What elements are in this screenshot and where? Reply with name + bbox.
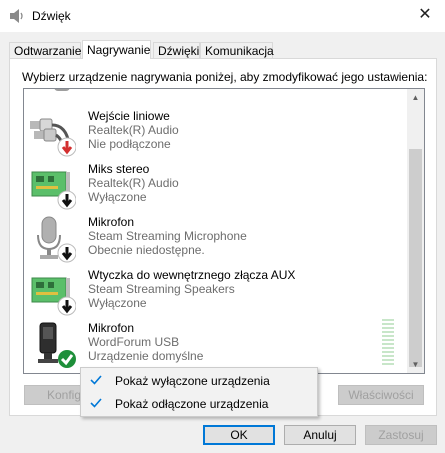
microphone-icon <box>37 216 76 263</box>
line-in-jack-icon <box>30 118 76 157</box>
device-name: Miks stereo <box>88 162 150 176</box>
device-name: Mikrofon <box>88 321 135 335</box>
button-label: Anuluj <box>303 428 337 442</box>
device-driver: Steam Streaming Microphone <box>88 229 247 243</box>
device-status: Obecnie niedostępne. <box>88 243 205 257</box>
menu-item-show-disconnected[interactable]: Pokaż odłączone urządzenia <box>81 393 317 415</box>
tab-label: Nagrywanie <box>87 43 151 57</box>
menu-item-label: Pokaż odłączone urządzenia <box>115 397 269 411</box>
device-driver: Realtek(R) Audio <box>88 123 179 137</box>
device-item[interactable]: Wtyczka do wewnętrznego złącza AUX Steam… <box>24 266 407 318</box>
scrollbar[interactable]: ▲ ▼ <box>407 89 424 373</box>
apply-button[interactable]: Zastosuj <box>365 425 437 445</box>
checkmark-icon <box>90 398 102 408</box>
cancel-button[interactable]: Anuluj <box>284 425 356 445</box>
tab-sounds[interactable]: Dźwięki <box>153 42 200 58</box>
device-item[interactable]: Mikrofon Steam Streaming Microphone Obec… <box>24 213 407 265</box>
device-status: Wyłączone <box>88 296 147 310</box>
level-meter <box>382 319 394 365</box>
scroll-thumb[interactable] <box>409 149 422 367</box>
device-list[interactable]: Wejście liniowe Realtek(R) Audio Nie pod… <box>23 88 425 374</box>
device-driver: Steam Streaming Speakers <box>88 282 235 296</box>
device-name: Mikrofon <box>88 215 135 229</box>
window-title: Dźwięk <box>32 9 71 23</box>
device-status: Wyłączone <box>88 190 147 204</box>
tab-label: Komunikacja <box>205 44 274 58</box>
device-name: Wejście liniowe <box>88 109 170 123</box>
properties-button[interactable]: Właściwości <box>338 385 424 405</box>
close-icon[interactable]: ✕ <box>412 4 438 26</box>
device-driver: Realtek(R) Audio <box>88 176 179 190</box>
microphone-icon <box>38 322 76 368</box>
device-item[interactable]: Miks stereo Realtek(R) Audio Wyłączone <box>24 160 407 212</box>
title-bar: Dźwięk ✕ <box>0 0 445 32</box>
scroll-down-icon[interactable]: ▼ <box>407 356 424 373</box>
button-label: Właściwości <box>348 388 414 402</box>
device-item[interactable]: Wejście liniowe Realtek(R) Audio Nie pod… <box>24 107 407 159</box>
device-item-default[interactable]: Mikrofon WordForum USB Urządzenie domyśl… <box>24 319 407 371</box>
button-label: OK <box>230 428 248 442</box>
sound-card-icon <box>31 277 76 316</box>
device-status: Nie podłączone <box>88 137 171 151</box>
menu-item-label: Pokaż wyłączone urządzenia <box>115 374 270 388</box>
tab-recording[interactable]: Nagrywanie <box>82 40 151 59</box>
device-driver: WordForum USB <box>88 335 180 349</box>
ok-button[interactable]: OK <box>203 425 275 445</box>
tab-communications[interactable]: Komunikacja <box>200 42 274 58</box>
device-name: Wtyczka do wewnętrznego złącza AUX <box>88 268 296 282</box>
tab-label: Dźwięki <box>158 44 200 58</box>
instruction-text: Wybierz urządzenie nagrywania poniżej, a… <box>22 70 428 84</box>
button-label: Konfig <box>46 388 82 402</box>
microphone-icon <box>54 89 70 91</box>
sound-card-icon <box>31 171 76 210</box>
speaker-icon <box>10 9 23 23</box>
checkmark-icon <box>90 375 102 385</box>
menu-item-show-disabled[interactable]: Pokaż wyłączone urządzenia <box>81 370 317 392</box>
scroll-up-icon[interactable]: ▲ <box>407 89 424 106</box>
tab-playback[interactable]: Odtwarzanie <box>9 42 81 58</box>
button-label: Zastosuj <box>378 428 424 442</box>
tab-label: Odtwarzanie <box>14 44 82 58</box>
device-status: Urządzenie domyślne <box>88 349 204 363</box>
context-menu: Pokaż wyłączone urządzenia Pokaż odłączo… <box>80 367 318 417</box>
